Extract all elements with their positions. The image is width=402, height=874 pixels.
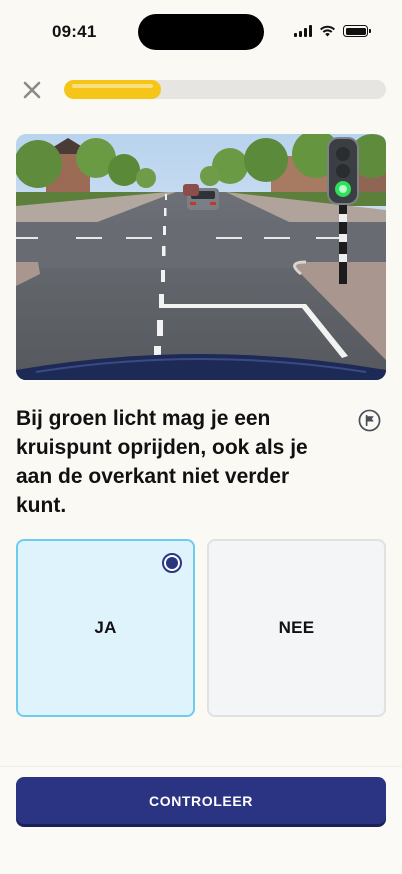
cellular-signal-icon bbox=[294, 25, 312, 37]
status-icons bbox=[294, 25, 371, 37]
answer-nee-option[interactable]: NEE bbox=[207, 539, 386, 717]
answer-ja-label: JA bbox=[94, 618, 117, 637]
dynamic-island bbox=[138, 14, 264, 50]
wifi-icon bbox=[320, 25, 335, 37]
progress-bar bbox=[64, 80, 386, 99]
question-text: Bij groen licht mag je een kruispunt opr… bbox=[16, 407, 308, 517]
close-x-icon bbox=[23, 81, 41, 99]
check-button[interactable]: CONTROLEER bbox=[16, 777, 386, 824]
answer-nee-label: NEE bbox=[278, 618, 315, 637]
status-bar: 09:41 bbox=[0, 0, 402, 60]
status-time: 09:41 bbox=[52, 22, 97, 41]
progress-fill bbox=[64, 80, 161, 99]
answer-ja-option[interactable]: JA bbox=[16, 539, 195, 717]
battery-icon bbox=[343, 25, 371, 37]
question-image bbox=[16, 134, 386, 380]
close-button[interactable] bbox=[20, 78, 44, 102]
flag-icon[interactable] bbox=[358, 409, 381, 432]
selected-radio-icon bbox=[162, 553, 182, 573]
